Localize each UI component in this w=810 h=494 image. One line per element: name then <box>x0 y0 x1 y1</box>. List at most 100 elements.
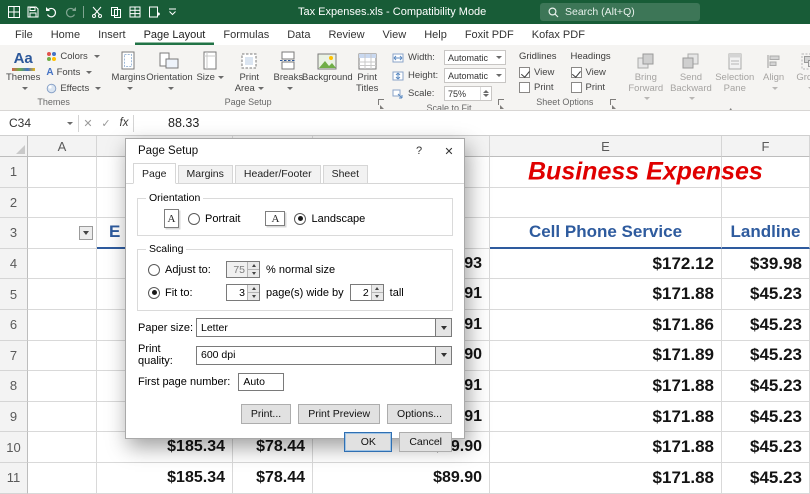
name-box-dropdown-icon[interactable] <box>67 122 73 125</box>
height-combobox[interactable]: Automatic <box>444 68 506 83</box>
ok-button[interactable]: OK <box>344 432 392 452</box>
cell-A8[interactable] <box>28 371 97 402</box>
cell-E7[interactable]: $171.89 <box>490 341 722 372</box>
cell-F7[interactable]: $45.23 <box>722 341 810 372</box>
cell-C11[interactable]: $78.44 <box>233 463 313 494</box>
row-header-3[interactable]: 3 <box>0 218 28 249</box>
cell-E2[interactable] <box>490 188 722 219</box>
cell-E11[interactable]: $171.88 <box>490 463 722 494</box>
scale-to-fit-dialog-launcher[interactable] <box>497 98 507 108</box>
cell-E6[interactable]: $171.86 <box>490 310 722 341</box>
row-header-2[interactable]: 2 <box>0 188 28 219</box>
cell-E1[interactable]: Business Expenses <box>490 157 722 188</box>
cell-F10[interactable]: $45.23 <box>722 432 810 463</box>
cut-icon[interactable] <box>87 2 106 22</box>
size-button[interactable]: Size <box>192 47 228 96</box>
column-header-F[interactable]: F <box>722 136 810 157</box>
page-setup-dialog-launcher[interactable] <box>377 98 387 108</box>
search-box[interactable]: Search (Alt+Q) <box>540 3 700 21</box>
first-page-number-input[interactable]: Auto <box>238 373 284 391</box>
landscape-radio[interactable]: Landscape <box>294 213 365 225</box>
align-button[interactable]: Align <box>756 47 792 106</box>
app-icon[interactable] <box>4 2 23 22</box>
options-button[interactable]: Options... <box>387 404 452 424</box>
cell-A9[interactable] <box>28 402 97 433</box>
scale-spinner[interactable]: 75% <box>444 86 492 101</box>
tab-review[interactable]: Review <box>319 24 373 45</box>
cell-E9[interactable]: $171.88 <box>490 402 722 433</box>
theme-effects-button[interactable]: Effects <box>43 81 104 96</box>
headings-view-checkbox[interactable]: View <box>571 65 611 80</box>
themes-button[interactable]: Aa Themes <box>3 47 43 96</box>
row-header-9[interactable]: 9 <box>0 402 28 433</box>
row-header-5[interactable]: 5 <box>0 279 28 310</box>
bring-forward-button[interactable]: Bring Forward <box>624 47 668 106</box>
cell-E10[interactable]: $171.88 <box>490 432 722 463</box>
tab-help[interactable]: Help <box>415 24 456 45</box>
fit-to-tall-spinner[interactable]: 2 <box>350 284 384 301</box>
cancel-button[interactable]: Cancel <box>399 432 452 452</box>
tab-insert[interactable]: Insert <box>89 24 135 45</box>
tab-data[interactable]: Data <box>278 24 319 45</box>
cell-D11[interactable]: $89.90 <box>313 463 490 494</box>
cell-A3[interactable] <box>28 218 97 249</box>
row-header-4[interactable]: 4 <box>0 249 28 280</box>
undo-icon[interactable] <box>42 2 61 22</box>
column-header-E[interactable]: E <box>490 136 722 157</box>
row-header-7[interactable]: 7 <box>0 341 28 372</box>
cell-A2[interactable] <box>28 188 97 219</box>
cell-F11[interactable]: $45.23 <box>722 463 810 494</box>
print-preview-button[interactable]: Print Preview <box>298 404 380 424</box>
tab-kofax-pdf[interactable]: Kofax PDF <box>523 24 594 45</box>
fit-to-wide-spinner[interactable]: 3 <box>226 284 260 301</box>
tab-home[interactable]: Home <box>42 24 89 45</box>
margins-button[interactable]: Margins <box>110 47 146 96</box>
dialog-tab-margins[interactable]: Margins <box>178 165 233 183</box>
cell-B11[interactable]: $185.34 <box>97 463 233 494</box>
cell-E8[interactable]: $171.88 <box>490 371 722 402</box>
group-button[interactable]: Group <box>792 47 810 106</box>
headings-print-checkbox[interactable]: Print <box>571 80 611 95</box>
tab-page-layout[interactable]: Page Layout <box>135 24 215 45</box>
print-titles-button[interactable]: Print Titles <box>348 47 386 96</box>
send-backward-button[interactable]: Send Backward <box>668 47 714 106</box>
copy-icon[interactable] <box>106 2 125 22</box>
row-header-10[interactable]: 10 <box>0 432 28 463</box>
cell-A4[interactable] <box>28 249 97 280</box>
insert-sheet-icon[interactable] <box>144 2 163 22</box>
row-header-1[interactable]: 1 <box>0 157 28 188</box>
row-header-6[interactable]: 6 <box>0 310 28 341</box>
select-all-corner[interactable] <box>0 136 28 157</box>
orientation-button[interactable]: Orientation <box>147 47 193 96</box>
cell-A5[interactable] <box>28 279 97 310</box>
fit-to-radio[interactable]: Fit to: <box>148 287 220 299</box>
gridlines-print-checkbox[interactable]: Print <box>519 80 557 95</box>
cell-F4[interactable]: $39.98 <box>722 249 810 280</box>
dialog-help-button[interactable]: ? <box>404 140 434 162</box>
insert-function-icon[interactable]: fx <box>115 117 133 129</box>
cell-F6[interactable]: $45.23 <box>722 310 810 341</box>
theme-colors-button[interactable]: Colors <box>43 49 104 64</box>
formula-input[interactable]: 88.33 <box>168 116 199 130</box>
cell-A7[interactable] <box>28 341 97 372</box>
name-box[interactable]: C34 <box>0 111 62 135</box>
cancel-icon[interactable]: ✕ <box>79 117 97 130</box>
tab-file[interactable]: File <box>6 24 42 45</box>
cell-F9[interactable]: $45.23 <box>722 402 810 433</box>
dialog-close-button[interactable]: ✕ <box>434 140 464 162</box>
dialog-tab-page[interactable]: Page <box>133 163 176 184</box>
row-header-11[interactable]: 11 <box>0 463 28 494</box>
cell-A1[interactable] <box>28 157 97 188</box>
row-header-8[interactable]: 8 <box>0 371 28 402</box>
cell-F5[interactable]: $45.23 <box>722 279 810 310</box>
enter-icon[interactable]: ✓ <box>97 117 115 130</box>
cell-A11[interactable] <box>28 463 97 494</box>
filter-dropdown-button[interactable] <box>79 226 93 240</box>
cell-F2[interactable] <box>722 188 810 219</box>
print-quality-dropdown[interactable]: 600 dpi <box>196 346 452 365</box>
paper-size-dropdown[interactable]: Letter <box>196 318 452 337</box>
sheet-options-dialog-launcher[interactable] <box>609 98 619 108</box>
cell-A10[interactable] <box>28 432 97 463</box>
cell-E5[interactable]: $171.88 <box>490 279 722 310</box>
cell-A6[interactable] <box>28 310 97 341</box>
